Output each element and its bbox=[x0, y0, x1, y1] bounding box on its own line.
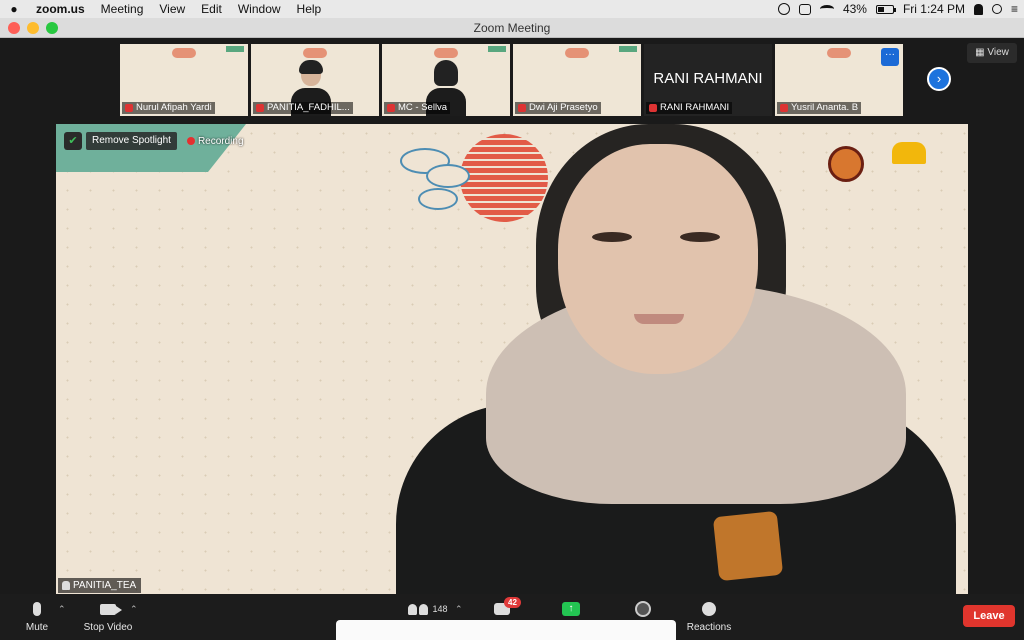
participant-tile[interactable]: PANITIA_FADHIL... bbox=[251, 44, 379, 116]
speaker-face bbox=[558, 144, 758, 374]
recording-indicator[interactable]: Recording bbox=[186, 135, 244, 147]
zoom-window-button[interactable] bbox=[46, 22, 58, 34]
participants-options-chevron-icon[interactable]: ⌃ bbox=[455, 604, 463, 615]
tile-background-logo bbox=[827, 48, 851, 58]
recording-label: Recording bbox=[197, 135, 244, 147]
record-icon bbox=[635, 601, 651, 617]
menubar-status: 43% Fri 1:24 PM ≡ bbox=[777, 0, 1018, 18]
participant-tile[interactable]: MC - Sellva bbox=[382, 44, 510, 116]
reactions-button[interactable]: Reactions bbox=[684, 600, 734, 633]
speaker-eye bbox=[680, 232, 720, 242]
tile-background-tag bbox=[226, 46, 244, 52]
participant-display-name: RANI RAHMANI bbox=[653, 70, 763, 87]
camera-icon bbox=[100, 603, 122, 615]
participant-name: MC - Sellva bbox=[384, 102, 451, 114]
microphone-icon bbox=[33, 602, 41, 616]
speaker-mouth bbox=[634, 314, 684, 324]
stop-video-label: Stop Video bbox=[83, 622, 133, 633]
participant-tile[interactable]: Nurul Afipah Yardi bbox=[120, 44, 248, 116]
speaker-video bbox=[386, 124, 968, 594]
participant-strip: Nurul Afipah Yardi PANITIA_FADHIL... MC … bbox=[0, 38, 1024, 122]
mute-label: Mute bbox=[25, 622, 49, 633]
tile-background-tag bbox=[619, 46, 637, 52]
stop-video-button[interactable]: Stop Video bbox=[80, 600, 136, 633]
participants-count: 148 bbox=[432, 604, 448, 614]
participant-tile[interactable]: Dwi Aji Prasetyo bbox=[513, 44, 641, 116]
control-center-icon[interactable]: ≡ bbox=[1011, 2, 1018, 16]
view-button[interactable]: ▦ View bbox=[967, 43, 1017, 63]
participants-icon bbox=[408, 603, 429, 615]
participant-name: Nurul Afipah Yardi bbox=[122, 102, 215, 114]
battery-fill bbox=[877, 6, 884, 12]
battery-icon[interactable] bbox=[875, 4, 896, 14]
mute-button[interactable]: Mute bbox=[22, 600, 52, 633]
spotlight-controls: ✔ Remove Spotlight Recording bbox=[64, 132, 244, 150]
mac-menubar: ● zoom.us Meeting View Edit Window Help … bbox=[0, 0, 1024, 18]
apple-icon[interactable]: ● bbox=[0, 2, 28, 16]
speaker-eye bbox=[592, 232, 632, 242]
tile-background-logo bbox=[172, 48, 196, 58]
zoom-status-icon[interactable] bbox=[777, 3, 790, 15]
shield-icon[interactable]: ✔ bbox=[64, 132, 82, 150]
leave-button[interactable]: Leave bbox=[963, 605, 1015, 627]
view-label: View bbox=[987, 47, 1009, 58]
participants-button[interactable]: 148 bbox=[404, 600, 452, 618]
menu-meeting[interactable]: Meeting bbox=[93, 2, 152, 16]
participant-name: Yusril Ananta. B bbox=[777, 102, 862, 114]
menu-help[interactable]: Help bbox=[289, 2, 330, 16]
wifi-icon[interactable] bbox=[819, 5, 834, 13]
tile-background-logo bbox=[565, 48, 589, 58]
participant-tile[interactable]: ··· Yusril Ananta. B bbox=[775, 44, 903, 116]
tile-background-logo bbox=[434, 48, 458, 58]
clock[interactable]: Fri 1:24 PM bbox=[903, 2, 965, 16]
recording-dot-icon bbox=[186, 137, 195, 145]
participant-name: Dwi Aji Prasetyo bbox=[515, 102, 601, 114]
share-screen-button[interactable]: ↑ bbox=[560, 600, 582, 618]
zoom-window: ● zoom.us Meeting View Edit Window Help … bbox=[0, 0, 1024, 640]
window-titlebar: Zoom Meeting bbox=[0, 18, 1024, 38]
spotlight-video[interactable]: ✔ Remove Spotlight Recording bbox=[56, 124, 968, 594]
menu-view[interactable]: View bbox=[151, 2, 193, 16]
close-window-button[interactable] bbox=[8, 22, 20, 34]
minimize-window-button[interactable] bbox=[27, 22, 39, 34]
search-icon[interactable] bbox=[991, 4, 1002, 14]
next-page-chevron-icon[interactable]: › bbox=[927, 67, 951, 91]
screen-share-icon[interactable] bbox=[798, 3, 811, 15]
jacket-logo bbox=[712, 510, 784, 582]
menu-edit[interactable]: Edit bbox=[193, 2, 230, 16]
tile-background-tag bbox=[488, 46, 506, 52]
participant-name: PANITIA_FADHIL... bbox=[253, 102, 353, 114]
user-icon[interactable] bbox=[973, 3, 983, 15]
battery-percent: 43% bbox=[842, 2, 867, 16]
popup-sheet bbox=[336, 620, 676, 640]
video-options-chevron-icon[interactable]: ⌃ bbox=[130, 604, 138, 615]
reactions-label: Reactions bbox=[686, 622, 732, 633]
record-button[interactable] bbox=[632, 600, 654, 618]
traffic-lights bbox=[8, 22, 58, 34]
audio-options-chevron-icon[interactable]: ⌃ bbox=[58, 604, 66, 615]
remove-spotlight-button[interactable]: Remove Spotlight bbox=[86, 132, 177, 150]
share-screen-icon: ↑ bbox=[562, 602, 580, 616]
speaker-name-label: PANITIA_TEA bbox=[58, 578, 142, 593]
more-options-button[interactable]: ··· bbox=[881, 48, 899, 66]
participant-tile[interactable]: RANI RAHMANI RANI RAHMANI bbox=[644, 44, 772, 116]
tile-background-logo bbox=[303, 48, 327, 58]
participant-name: RANI RAHMANI bbox=[646, 102, 733, 114]
window-title: Zoom Meeting bbox=[473, 21, 551, 35]
menu-app[interactable]: zoom.us bbox=[28, 2, 93, 16]
chat-unread-badge: 42 bbox=[504, 597, 521, 608]
reactions-icon bbox=[702, 602, 716, 616]
menu-window[interactable]: Window bbox=[230, 2, 289, 16]
